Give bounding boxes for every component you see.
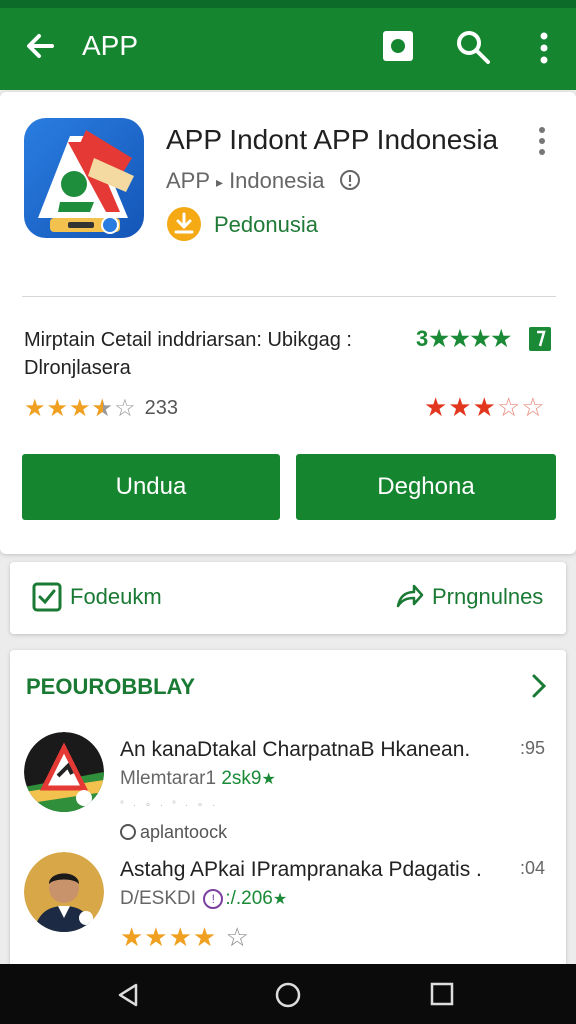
action-right[interactable]: Prngnulnes [394,582,543,612]
developer-line: APP ▸ Indonesia [166,168,361,194]
item-subtitle-green: :/.206 [225,888,273,909]
section-title[interactable]: PEOUROBBLAY [26,674,195,700]
item-subtitle: D/ESKDI !:/.206★ [120,888,287,910]
primary-button[interactable]: Undua [22,454,280,520]
developer-separator: ▸ [216,173,224,190]
divider [22,296,556,297]
star-icon: ★ [261,771,276,788]
green-rating: 3★★★★ [416,326,513,351]
more-vert-icon[interactable] [532,30,556,66]
actions-card: Fodeukm Prngnulnes [10,562,566,634]
more-vert-icon[interactable] [534,126,550,156]
app-avatar [24,732,104,812]
item-subtitle-text: Mlemtarar1 [120,768,217,789]
list-item[interactable]: Astahg APkai IPrampranaka Pdagatis . :04… [10,850,566,960]
download-badge-icon [167,207,201,241]
action-left-label: Fodeukm [70,584,162,609]
info-circle-icon: ! [203,889,224,909]
related-apps-card: PEOUROBBLAY An kanaDtakal CharpatnaB Hka… [10,650,566,970]
nav-home-icon[interactable] [274,981,302,1009]
app-details-card: APP Indont APP Indonesia APP ▸ Indonesia P… [0,92,576,554]
app-bar-title: APP [82,30,139,61]
checkbox-icon [32,582,62,612]
search-icon[interactable] [454,28,492,66]
user-rating: ★★★★★☆ 233 [24,394,178,423]
person-avatar [24,852,104,932]
list-item[interactable]: An kanaDtakal CharpatnaB Hkanean. :95 Ml… [10,730,566,843]
item-subtitle-green: 2sk9 [221,768,262,789]
nav-back-icon[interactable] [116,982,142,1008]
item-number: :04 [520,858,546,878]
app-description: Mirptain Cetail inddriarsan: Ubikgag : D… [24,329,352,379]
rating-count: 233 [144,397,178,419]
star-icon: ★ [272,891,288,908]
share-icon [396,584,424,608]
item-rating-stars: ★★★★ ☆ [120,922,250,952]
item-title: Astahg APkai IPrampranaka Pdagatis . [120,858,482,881]
secondary-button[interactable]: Deghona [296,454,556,520]
rating-stars: ★★★★★☆ [24,395,137,422]
chevron-right-icon[interactable] [528,672,550,700]
back-arrow-icon[interactable] [22,28,58,64]
app-bar: APP [0,8,576,90]
shield-icon[interactable] [380,28,416,64]
download-label: Pedonusia [214,212,318,237]
developer-name[interactable]: APP [166,168,210,193]
developer-region: Indonesia [229,168,325,193]
item-meta: aplantoock [120,822,227,843]
item-dots: ° · ∘ · ° · ∘ · [120,800,219,811]
info-icon[interactable] [339,169,361,191]
item-number: :95 [520,738,546,758]
status-bar [0,0,576,8]
bookmark-icon[interactable] [528,326,552,352]
system-nav-bar [0,964,576,1024]
item-subtitle-text: D/ESKDI [120,888,197,909]
item-subtitle: Mlemtarar1 2sk9★ [120,768,276,790]
nav-recents-icon[interactable] [430,982,454,1006]
red-rating-stars: ★★★☆☆ [424,392,546,422]
circle-icon [120,824,136,840]
item-meta-text: aplantoock [140,822,228,842]
app-title: APP Indont APP Indonesia [166,124,499,155]
action-left[interactable]: Fodeukm [32,582,162,612]
item-title: An kanaDtakal CharpatnaB Hkanean. [120,738,471,761]
app-logo-icon [24,118,144,238]
action-right-label: Prngnulnes [432,584,544,609]
